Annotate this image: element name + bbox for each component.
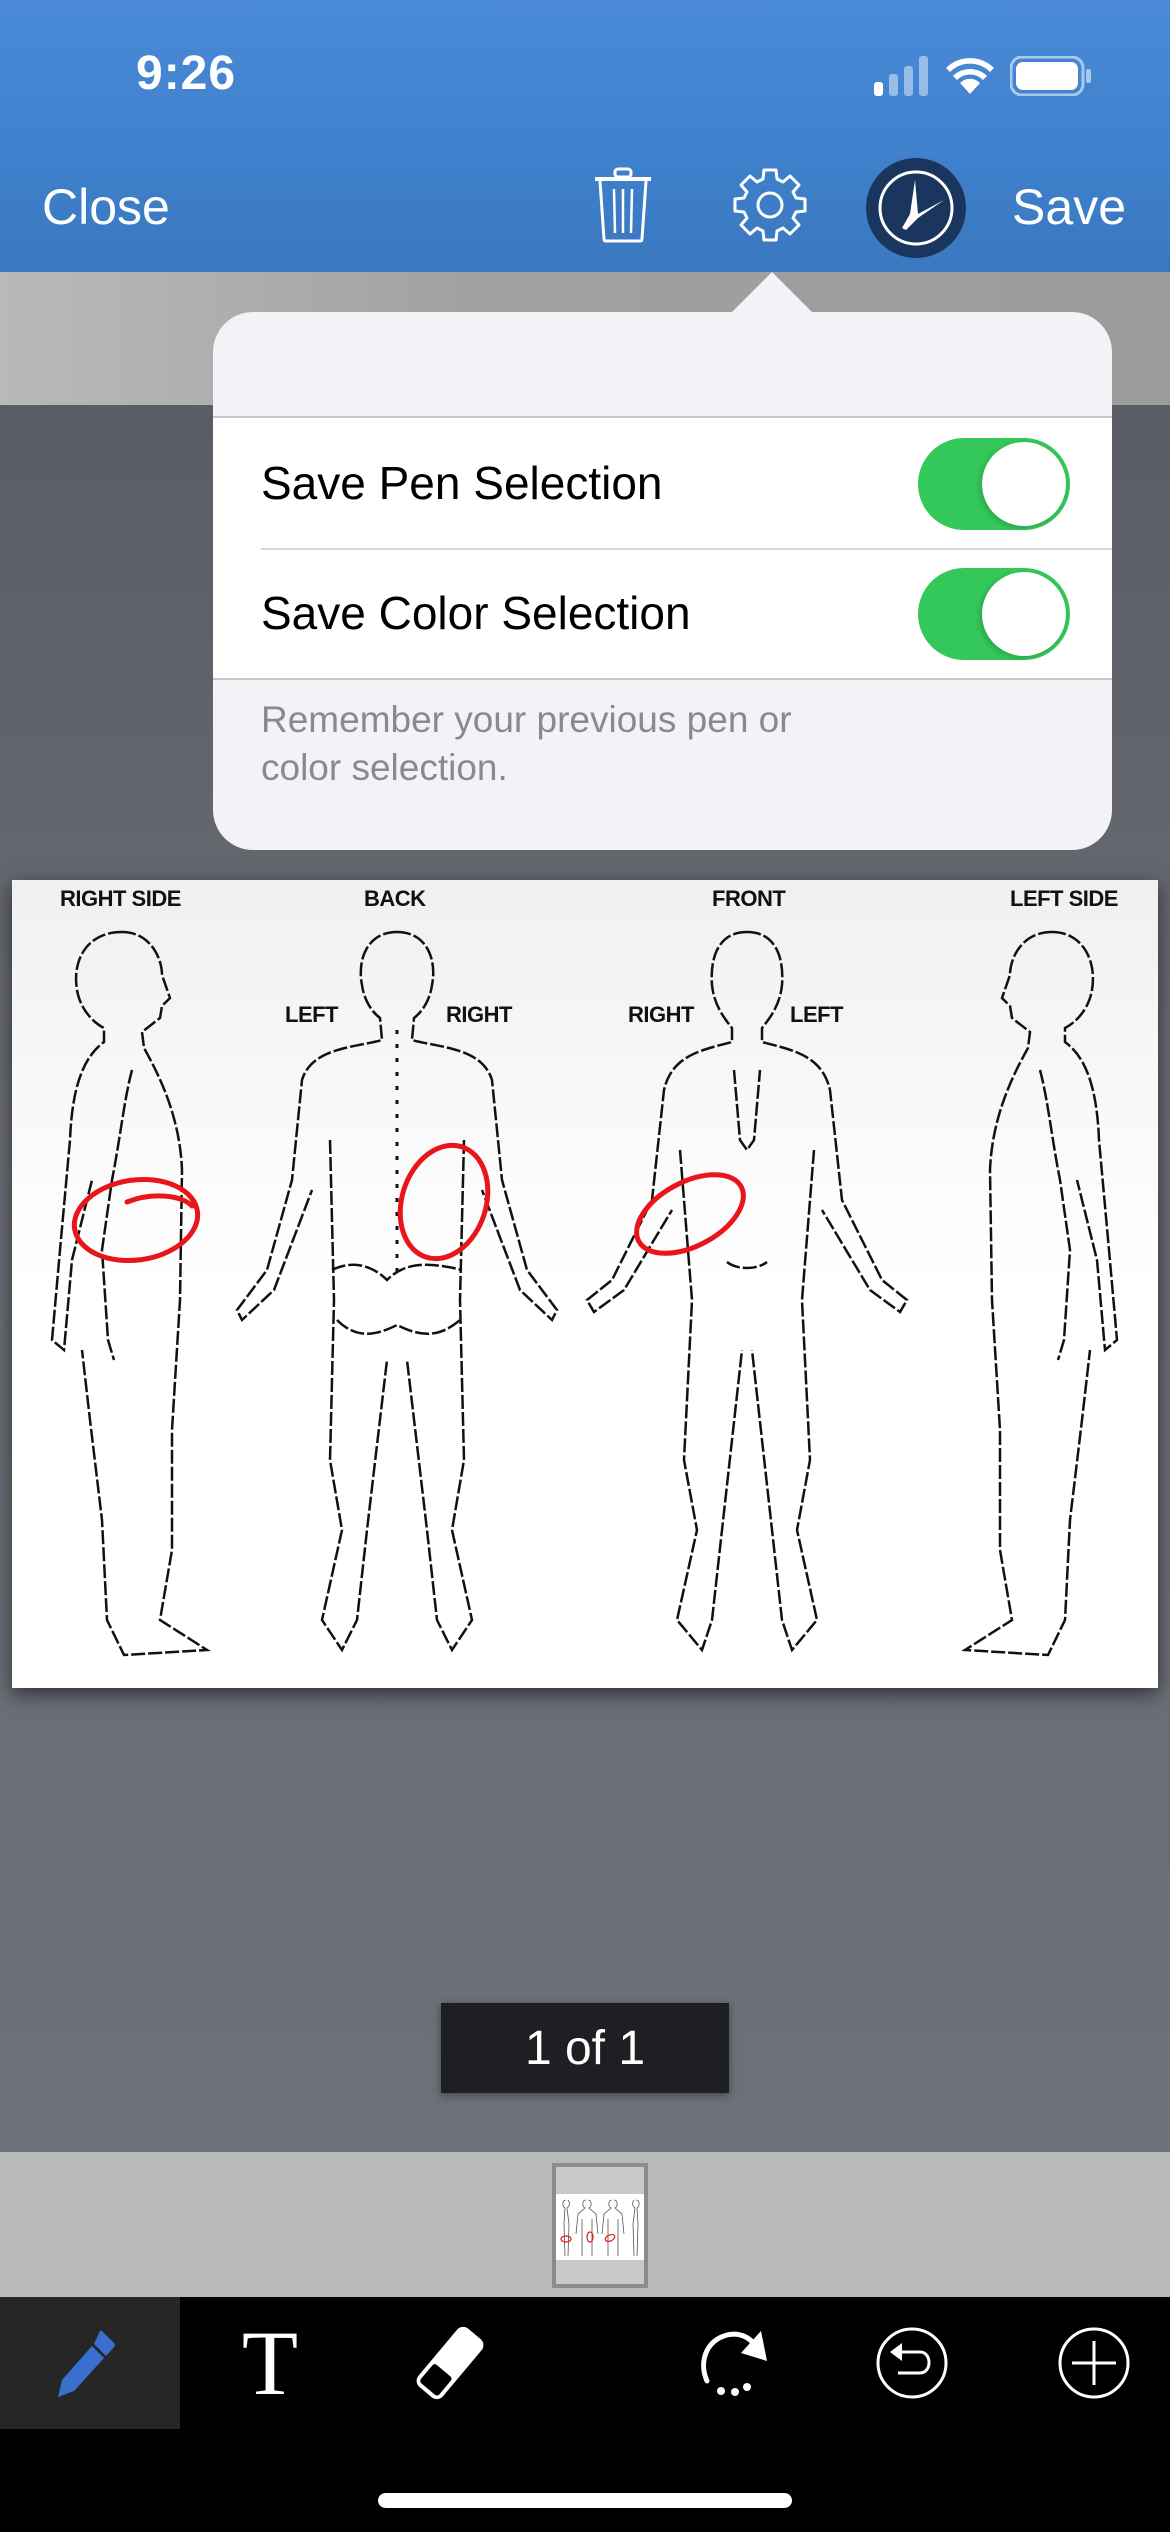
settings-list: Save Pen Selection Save Color Selection: [213, 416, 1112, 680]
settings-popover: Save Pen Selection Save Color Selection …: [213, 312, 1112, 850]
save-color-selection-toggle[interactable]: [918, 568, 1070, 660]
figure-back: [235, 930, 559, 1653]
toggle-knob: [982, 572, 1066, 656]
setting-label: Save Color Selection: [261, 587, 691, 639]
page-indicator: 1 of 1: [441, 2003, 729, 2093]
header: 9:26 Close Save: [0, 0, 1170, 272]
figure-right-side: [50, 930, 211, 1657]
eraser-icon: [416, 2326, 484, 2400]
add-page-button[interactable]: [1004, 2297, 1170, 2429]
text-icon: T: [241, 2312, 299, 2414]
body-diagram-page[interactable]: RIGHT SIDE BACK FRONT LEFT SIDE LEFT RIG…: [12, 880, 1158, 1688]
delete-button[interactable]: [585, 160, 661, 250]
setting-row-save-color: Save Color Selection: [213, 548, 1112, 678]
settings-footer-note: Remember your previous pen or color sele…: [261, 699, 792, 788]
pen-mode-icon: [878, 170, 954, 246]
undo-icon: [876, 2327, 948, 2399]
figure-front: [585, 930, 909, 1653]
pencil-icon: [58, 2330, 115, 2397]
pen-tool-button[interactable]: [0, 2297, 180, 2429]
status-icons: [874, 56, 1092, 96]
wifi-icon: [946, 58, 994, 94]
close-button[interactable]: Close: [42, 178, 170, 236]
popover-arrow: [730, 272, 814, 314]
annotation-mark: [634, 1172, 746, 1256]
thumbnail-strip: [0, 2152, 1170, 2297]
redo-button[interactable]: [645, 2297, 825, 2429]
figure-left-side: [961, 930, 1119, 1657]
setting-label: Save Pen Selection: [261, 457, 663, 509]
cellular-signal-icon: [874, 56, 928, 96]
page-thumbnail[interactable]: [552, 2163, 648, 2288]
annotation-mark: [397, 1142, 491, 1262]
settings-button[interactable]: [725, 160, 815, 250]
trash-icon: [595, 167, 651, 243]
thumbnail-page-preview: [556, 2194, 644, 2260]
pen-mode-button[interactable]: [866, 158, 966, 258]
setting-row-save-pen: Save Pen Selection: [213, 418, 1112, 548]
undo-button[interactable]: [822, 2297, 1002, 2429]
redo-icon: [701, 2331, 767, 2396]
save-pen-selection-toggle[interactable]: [918, 438, 1070, 530]
status-time: 9:26: [136, 47, 237, 100]
toggle-knob: [982, 442, 1066, 526]
gear-icon: [733, 168, 807, 242]
eraser-tool-button[interactable]: [360, 2297, 540, 2429]
thumbnail-figures: [560, 2199, 640, 2257]
save-button[interactable]: Save: [1012, 178, 1126, 236]
home-indicator[interactable]: [378, 2493, 792, 2508]
plus-circle-icon: [1058, 2327, 1130, 2399]
annotations: [71, 1142, 746, 1264]
text-tool-button[interactable]: T: [180, 2297, 360, 2429]
body-outlines: [50, 930, 1119, 1657]
battery-icon: [1010, 56, 1091, 96]
